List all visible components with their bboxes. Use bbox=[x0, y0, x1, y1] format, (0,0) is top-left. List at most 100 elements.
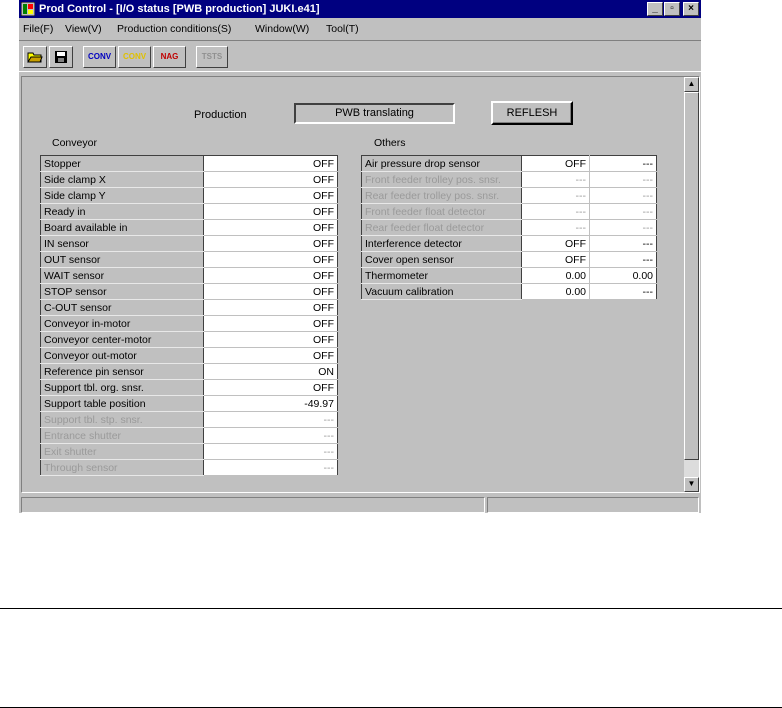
menu-tool[interactable]: Tool(T) bbox=[326, 20, 359, 38]
io-signal-name: Ready in bbox=[40, 203, 204, 220]
open-button[interactable] bbox=[23, 46, 47, 68]
table-row: Front feeder float detector --- --- bbox=[361, 203, 657, 220]
io-signal-name: Support tbl. org. snsr. bbox=[40, 379, 204, 396]
conv-yellow-icon: CONV bbox=[122, 52, 147, 61]
io-signal-name: Stopper bbox=[40, 155, 204, 172]
table-row: Air pressure drop sensor OFF --- bbox=[361, 155, 657, 172]
table-row: Interference detector OFF --- bbox=[361, 235, 657, 252]
conveyor-button[interactable]: CONV bbox=[83, 46, 116, 68]
io-signal-value-secondary: --- bbox=[589, 219, 657, 236]
io-signal-name: Exit shutter bbox=[40, 443, 204, 460]
table-row: Front feeder trolley pos. snsr. --- --- bbox=[361, 171, 657, 188]
table-row: Rear feeder float detector --- --- bbox=[361, 219, 657, 236]
io-signal-name: Conveyor out-motor bbox=[40, 347, 204, 364]
table-row: Conveyor out-motor OFF bbox=[40, 347, 338, 364]
io-signal-name: Front feeder float detector bbox=[361, 203, 522, 220]
scroll-thumb[interactable] bbox=[684, 92, 699, 460]
io-signal-value: OFF bbox=[203, 267, 338, 284]
close-button[interactable]: × bbox=[683, 2, 699, 16]
io-signal-name: Rear feeder float detector bbox=[361, 219, 522, 236]
io-signal-value: --- bbox=[521, 187, 590, 204]
disabled-tool-button[interactable]: TSTS bbox=[196, 46, 228, 68]
io-signal-value: -49.97 bbox=[203, 395, 338, 412]
minimize-button[interactable]: _ bbox=[647, 2, 663, 16]
io-signal-name: Support tbl. stp. snsr. bbox=[40, 411, 204, 428]
io-signal-value: 0.00 bbox=[521, 283, 590, 300]
others-heading: Others bbox=[374, 137, 406, 149]
io-signal-value: --- bbox=[203, 411, 338, 428]
vertical-scrollbar[interactable]: ▲ ▼ bbox=[684, 77, 699, 492]
app-window: Prod Control - [I/O status [PWB producti… bbox=[19, 0, 701, 513]
conveyor-table: Stopper OFF Side clamp X OFF Side clamp Y OFF… bbox=[40, 155, 338, 476]
toolbar: CONV CONV NAG TSTS bbox=[19, 40, 701, 72]
menu-file[interactable]: File(F) bbox=[23, 20, 53, 38]
io-signal-value: OFF bbox=[203, 219, 338, 236]
table-row: STOP sensor OFF bbox=[40, 283, 338, 300]
table-row: Side clamp Y OFF bbox=[40, 187, 338, 204]
io-signal-value: OFF bbox=[203, 379, 338, 396]
io-signal-value: OFF bbox=[203, 299, 338, 316]
io-signal-value-secondary: --- bbox=[589, 283, 657, 300]
arrow-up-icon: ▲ bbox=[687, 79, 696, 88]
io-status-panel: Production PWB translating REFLESH Conve… bbox=[21, 76, 700, 493]
scroll-down-button[interactable]: ▼ bbox=[684, 477, 699, 492]
io-signal-value: --- bbox=[521, 219, 590, 236]
window-title: Prod Control - [I/O status [PWB producti… bbox=[39, 3, 320, 15]
io-signal-name: IN sensor bbox=[40, 235, 204, 252]
disabled-tool-icon: TSTS bbox=[201, 52, 223, 61]
table-row: Side clamp X OFF bbox=[40, 171, 338, 188]
table-row: Support table position -49.97 bbox=[40, 395, 338, 412]
nag-icon: NAG bbox=[160, 52, 179, 61]
menu-production-conditions[interactable]: Production conditions(S) bbox=[117, 20, 231, 38]
io-signal-name: Thermometer bbox=[361, 267, 522, 284]
menu-view[interactable]: View(V) bbox=[65, 20, 102, 38]
scroll-up-button[interactable]: ▲ bbox=[684, 77, 699, 92]
io-signal-value: OFF bbox=[203, 187, 338, 204]
table-row: Conveyor center-motor OFF bbox=[40, 331, 338, 348]
io-signal-name: Air pressure drop sensor bbox=[361, 155, 522, 172]
conveyor-alt-button[interactable]: CONV bbox=[118, 46, 151, 68]
app-icon bbox=[21, 2, 35, 16]
io-signal-value: --- bbox=[203, 427, 338, 444]
conv-icon: CONV bbox=[87, 52, 112, 61]
io-signal-name: Side clamp Y bbox=[40, 187, 204, 204]
title-bar[interactable]: Prod Control - [I/O status [PWB producti… bbox=[19, 0, 701, 18]
table-row: Rear feeder trolley pos. snsr. --- --- bbox=[361, 187, 657, 204]
io-signal-value: OFF bbox=[203, 155, 338, 172]
io-signal-name: Conveyor center-motor bbox=[40, 331, 204, 348]
conveyor-heading: Conveyor bbox=[52, 137, 97, 149]
io-signal-value: OFF bbox=[203, 171, 338, 188]
production-status-field: PWB translating bbox=[294, 103, 455, 124]
open-folder-icon bbox=[27, 52, 43, 63]
io-signal-name: Interference detector bbox=[361, 235, 522, 252]
save-button[interactable] bbox=[49, 46, 73, 68]
io-signal-value: OFF bbox=[203, 283, 338, 300]
table-row: Thermometer 0.00 0.00 bbox=[361, 267, 657, 284]
table-row: OUT sensor OFF bbox=[40, 251, 338, 268]
io-signal-value-secondary: --- bbox=[589, 187, 657, 204]
io-signal-name: Vacuum calibration bbox=[361, 283, 522, 300]
refresh-button[interactable]: REFLESH bbox=[491, 101, 573, 125]
io-signal-value: OFF bbox=[203, 347, 338, 364]
table-row: Conveyor in-motor OFF bbox=[40, 315, 338, 332]
table-row: Exit shutter --- bbox=[40, 443, 338, 460]
io-signal-name: STOP sensor bbox=[40, 283, 204, 300]
status-bar bbox=[19, 495, 701, 513]
status-pane-right bbox=[487, 497, 699, 513]
io-signal-name: C-OUT sensor bbox=[40, 299, 204, 316]
status-pane-main bbox=[21, 497, 485, 513]
others-table: Air pressure drop sensor OFF --- Front feed… bbox=[361, 155, 657, 300]
io-signal-value: OFF bbox=[203, 235, 338, 252]
io-signal-name: Support table position bbox=[40, 395, 204, 412]
nag-button[interactable]: NAG bbox=[153, 46, 186, 68]
table-row: IN sensor OFF bbox=[40, 235, 338, 252]
io-signal-name: WAIT sensor bbox=[40, 267, 204, 284]
io-signal-value: ON bbox=[203, 363, 338, 380]
production-label: Production bbox=[194, 109, 247, 121]
io-signal-name: Front feeder trolley pos. snsr. bbox=[361, 171, 522, 188]
io-signal-value-secondary: --- bbox=[589, 203, 657, 220]
restore-button[interactable]: ▫ bbox=[664, 2, 680, 16]
io-signal-value: OFF bbox=[521, 235, 590, 252]
io-signal-name: Conveyor in-motor bbox=[40, 315, 204, 332]
menu-window[interactable]: Window(W) bbox=[255, 20, 309, 38]
